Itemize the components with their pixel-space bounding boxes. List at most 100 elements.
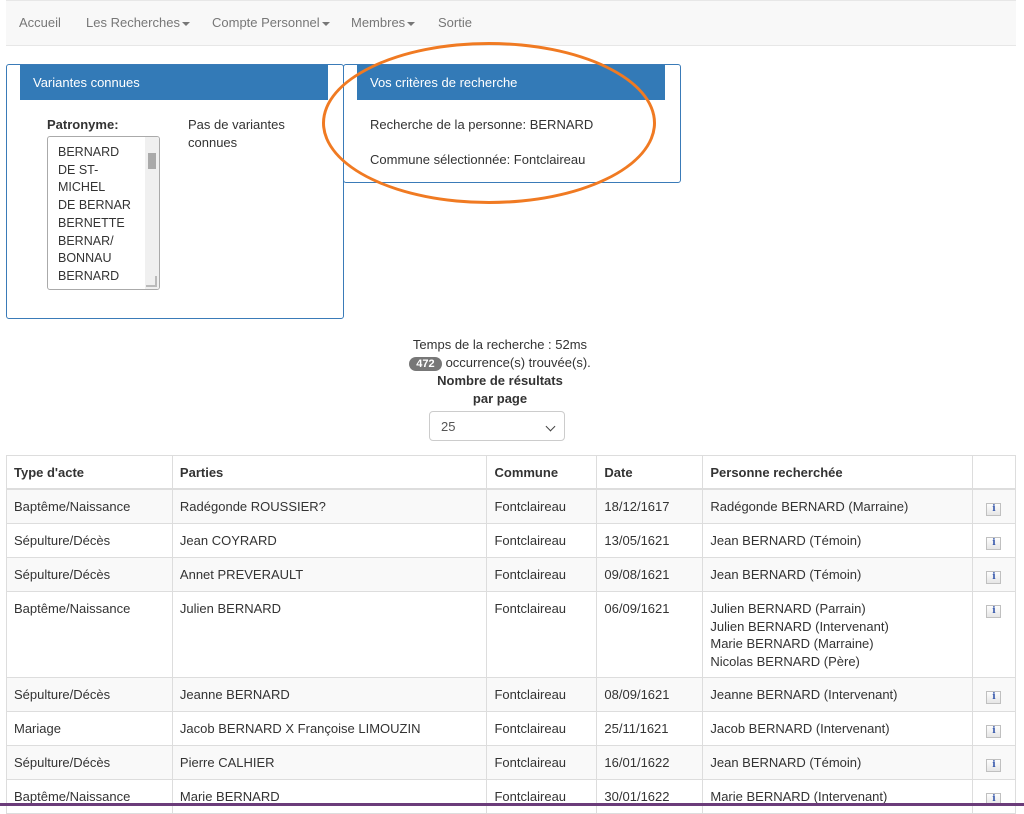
parties-cell: Jeanne BERNARD bbox=[171, 677, 488, 712]
act-type-cell: Baptême/Naissance bbox=[6, 779, 173, 814]
actions-cell: i bbox=[971, 745, 1017, 780]
actions-cell: i bbox=[971, 677, 1017, 712]
list-item[interactable]: BERNETTE bbox=[58, 215, 150, 233]
actions-cell: i bbox=[971, 488, 1017, 524]
commune-cell: Fontclaireau bbox=[486, 523, 598, 558]
commune-cell: Fontclaireau bbox=[486, 488, 598, 524]
act-type-cell: Mariage bbox=[6, 711, 173, 746]
searched-person-entry: Julien BERNARD (Parrain) bbox=[710, 601, 866, 616]
act-type-cell: Sépulture/Décès bbox=[6, 677, 173, 712]
list-item[interactable]: DE BERNAR bbox=[58, 197, 150, 215]
date-cell: 16/01/1622 bbox=[596, 745, 704, 780]
list-item[interactable]: BERNARD bbox=[58, 144, 150, 162]
nav-logout[interactable]: Sortie bbox=[438, 15, 472, 30]
parties-cell: Jean COYRARD bbox=[171, 523, 488, 558]
results-per-page-select[interactable]: 25 bbox=[429, 411, 565, 441]
occurrences-label: occurrence(s) trouvée(s). bbox=[445, 355, 591, 370]
list-item[interactable]: BERNARD bbox=[58, 268, 150, 286]
commune-cell: Fontclaireau bbox=[486, 779, 598, 814]
header-act-type[interactable]: Type d'acte bbox=[6, 455, 173, 490]
searched-person-entry: Radégonde BERNARD (Marraine) bbox=[710, 499, 909, 514]
caret-down-icon bbox=[321, 21, 330, 26]
header-actions bbox=[971, 455, 1017, 490]
info-icon[interactable]: i bbox=[986, 605, 1002, 618]
actions-cell: i bbox=[971, 591, 1017, 678]
commune-cell: Fontclaireau bbox=[486, 677, 598, 712]
header-parties[interactable]: Parties bbox=[171, 455, 488, 490]
scrollbar-thumb[interactable] bbox=[148, 153, 156, 169]
result-count-line: 472 occurrence(s) trouvée(s). bbox=[0, 355, 1000, 371]
date-cell: 30/01/1622 bbox=[596, 779, 704, 814]
date-cell: 13/05/1621 bbox=[596, 523, 704, 558]
searched-person-entry: Jean BERNARD (Témoin) bbox=[710, 755, 862, 770]
info-icon[interactable]: i bbox=[986, 759, 1002, 772]
chevron-down-icon bbox=[545, 421, 556, 432]
nav-members-dropdown[interactable]: Membres bbox=[351, 15, 416, 30]
listbox-scrollbar[interactable] bbox=[145, 137, 159, 289]
info-icon[interactable]: i bbox=[986, 691, 1002, 704]
search-time: Temps de la recherche : 52ms bbox=[412, 337, 588, 352]
searched-person-cell: Radégonde BERNARD (Marraine) bbox=[702, 488, 973, 524]
date-cell: 09/08/1621 bbox=[596, 557, 704, 592]
actions-cell: i bbox=[971, 711, 1017, 746]
searched-person-cell: Julien BERNARD (Parrain) Julien BERNARD (… bbox=[702, 591, 973, 678]
searched-person-cell: Jacob BERNARD (Intervenant) bbox=[702, 711, 973, 746]
caret-down-icon bbox=[181, 21, 190, 26]
parties-cell: Julien BERNARD bbox=[171, 591, 488, 678]
date-cell: 08/09/1621 bbox=[596, 677, 704, 712]
parties-cell: Annet PREVERAULT bbox=[171, 557, 488, 592]
commune-cell: Fontclaireau bbox=[486, 711, 598, 746]
commune-cell: Fontclaireau bbox=[486, 591, 598, 678]
per-page-label: Nombre de résultats bbox=[437, 373, 563, 388]
act-type-cell: Baptême/Naissance bbox=[6, 591, 173, 678]
caret-down-icon bbox=[407, 21, 416, 26]
searched-person-entry: Jacob BERNARD (Intervenant) bbox=[710, 721, 890, 736]
nav-account-dropdown[interactable]: Compte Personnel bbox=[212, 15, 330, 30]
table-row: Baptême/Naissance Marie BERNARD Fontclaire… bbox=[6, 779, 1017, 814]
resize-grip-icon[interactable] bbox=[146, 276, 157, 287]
list-item[interactable]: DE ST- bbox=[58, 162, 150, 180]
act-type-cell: Sépulture/Décès bbox=[6, 745, 173, 780]
nav-account-label: Compte Personnel bbox=[212, 15, 320, 30]
parties-cell: Pierre CALHIER bbox=[171, 745, 488, 780]
header-date[interactable]: Date bbox=[596, 455, 704, 490]
select-value: 25 bbox=[441, 419, 456, 434]
info-icon[interactable]: i bbox=[986, 571, 1002, 584]
table-row: Baptême/Naissance Radégonde ROUSSIER? Font… bbox=[6, 488, 1017, 524]
result-count-badge: 472 bbox=[409, 357, 442, 371]
searched-person-entry: Jean BERNARD (Témoin) bbox=[710, 533, 862, 548]
list-item[interactable]: BERNAR/ bbox=[58, 233, 150, 251]
actions-cell: i bbox=[971, 779, 1017, 814]
header-searched-person[interactable]: Personne recherchée bbox=[702, 455, 973, 490]
info-icon[interactable]: i bbox=[986, 725, 1002, 738]
table-header-row: Type d'acte Parties Commune Date Personn… bbox=[6, 455, 1017, 490]
nav-home[interactable]: Accueil bbox=[19, 15, 61, 30]
commune-cell: Fontclaireau bbox=[486, 557, 598, 592]
searched-person-cell: Jean BERNARD (Témoin) bbox=[702, 523, 973, 558]
table-row: Sépulture/Décès Pierre CALHIER Fontclairea… bbox=[6, 745, 1017, 780]
list-item[interactable]: BONNAU bbox=[58, 250, 150, 268]
table-row: Baptême/Naissance Julien BERNARD Fontclair… bbox=[6, 591, 1017, 678]
list-item[interactable]: MICHEL bbox=[58, 179, 150, 197]
per-page-label-2: par page bbox=[472, 391, 528, 406]
info-icon[interactable]: i bbox=[986, 537, 1002, 550]
actions-cell: i bbox=[971, 557, 1017, 592]
nav-members-label: Membres bbox=[351, 15, 406, 30]
top-navbar: Accueil Les Recherches Compte Personnel … bbox=[6, 0, 1016, 46]
nav-searches-dropdown[interactable]: Les Recherches bbox=[86, 15, 190, 30]
parties-cell: Jacob BERNARD X Françoise LIMOUZIN bbox=[171, 711, 488, 746]
table-row: Sépulture/Décès Jeanne BERNARD Fontclairea… bbox=[6, 677, 1017, 712]
no-variants-line: connues bbox=[188, 134, 238, 150]
act-type-cell: Baptême/Naissance bbox=[6, 488, 173, 524]
no-variants-line: Pas de variantes bbox=[188, 117, 285, 132]
searched-person-entry: Nicolas BERNARD (Père) bbox=[710, 653, 860, 669]
searched-person-entry: Marie BERNARD (Marraine) bbox=[710, 636, 874, 651]
table-row: Mariage Jacob BERNARD X Françoise LIMOUZI… bbox=[6, 711, 1017, 746]
no-variants-message: Pas de variantes connues bbox=[188, 116, 285, 151]
surname-variants-listbox[interactable]: BERNARD DE ST- MICHEL DE BERNAR BERNETTE… bbox=[47, 136, 160, 290]
info-icon[interactable]: i bbox=[986, 503, 1002, 516]
act-type-cell: Sépulture/Décès bbox=[6, 523, 173, 558]
date-cell: 25/11/1621 bbox=[596, 711, 704, 746]
header-commune[interactable]: Commune bbox=[486, 455, 598, 490]
table-row: Sépulture/Décès Jean COYRARD Fontclaireau 1… bbox=[6, 523, 1017, 558]
